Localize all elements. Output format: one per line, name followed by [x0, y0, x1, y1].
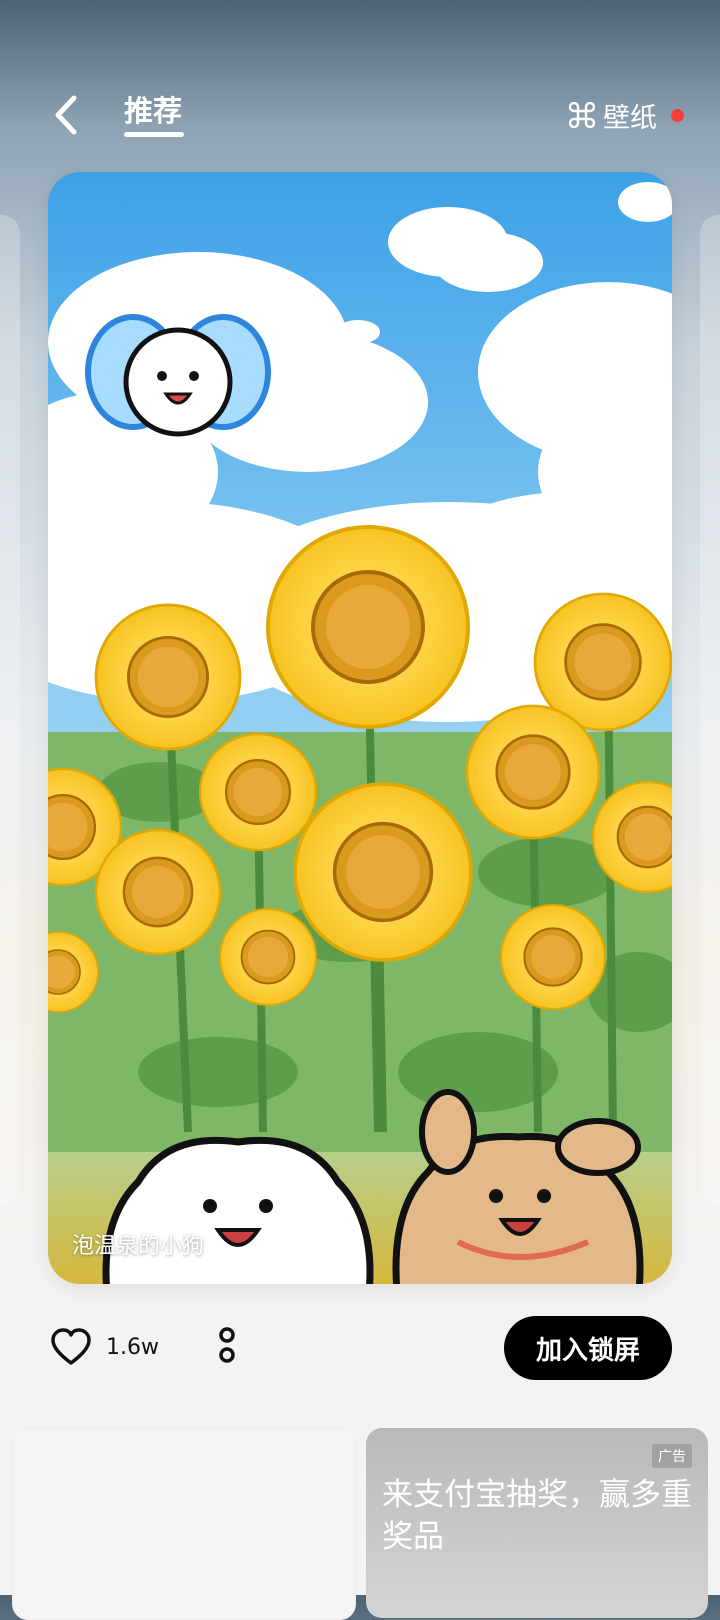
ad-text: 来支付宝抽奖，赢多重奖品	[382, 1477, 692, 1555]
add-to-lockscreen-button[interactable]: 加入锁屏	[504, 1316, 672, 1380]
wallpaper-label: 壁纸	[603, 102, 657, 134]
ad-badge: 广告	[652, 1444, 692, 1468]
wallpaper-title: 泡温泉的小狗	[72, 1234, 205, 1259]
previous-card-peek[interactable]	[0, 215, 20, 1205]
next-card-peek[interactable]	[700, 215, 720, 1205]
chevron-left-icon	[55, 95, 77, 135]
notification-dot	[671, 108, 684, 122]
vertical-dots-icon	[219, 1327, 235, 1363]
heart-outline-icon	[51, 1328, 91, 1365]
feed-card-placeholder[interactable]	[12, 1428, 356, 1620]
tab-active-indicator	[124, 132, 184, 137]
back-button[interactable]	[46, 90, 90, 140]
action-bar: 1.6w 加入锁屏	[0, 1310, 720, 1390]
sunflower-puppies-illustration	[48, 172, 672, 1284]
top-bar: 推荐 壁纸	[0, 80, 720, 150]
like-count: 1.6w	[106, 1334, 159, 1360]
ad-card[interactable]: 广告 来支付宝抽奖，赢多重奖品	[366, 1428, 708, 1618]
tab-recommend[interactable]: 推荐	[124, 88, 182, 130]
like-button[interactable]: 1.6w	[50, 1328, 159, 1366]
command-icon	[569, 102, 595, 128]
wallpaper-button[interactable]: 壁纸	[569, 90, 684, 140]
more-button[interactable]	[214, 1324, 240, 1368]
wallpaper-card[interactable]: 泡温泉的小狗	[48, 172, 672, 1284]
